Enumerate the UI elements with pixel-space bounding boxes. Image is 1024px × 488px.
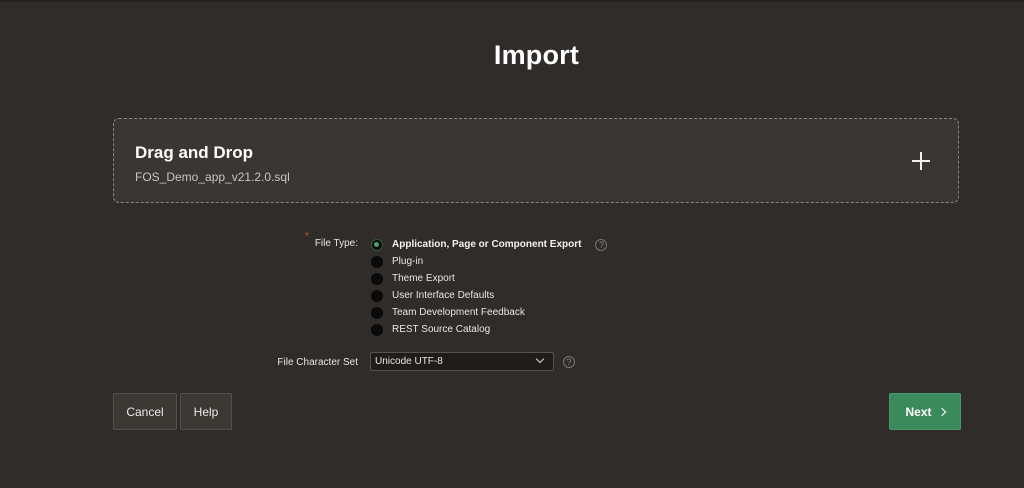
radio-selected-icon[interactable] — [371, 238, 383, 251]
radio-rest-source-catalog[interactable]: REST Source Catalog — [371, 321, 607, 338]
radio-label: Theme Export — [392, 273, 455, 284]
radio-application-export[interactable]: Application, Page or Component Export ? — [371, 236, 608, 253]
radio-team-development-feedback[interactable]: Team Development Feedback — [371, 304, 607, 321]
file-character-set-select[interactable]: Unicode UTF-8 — [370, 352, 554, 371]
file-dropzone[interactable]: Drag and Drop FOS_Demo_app_v21.2.0.sql — [113, 118, 959, 203]
radio-icon[interactable] — [371, 255, 383, 268]
radio-icon[interactable] — [371, 289, 383, 302]
help-icon[interactable]: ? — [595, 238, 608, 251]
radio-theme-export[interactable]: Theme Export — [371, 270, 607, 287]
help-button[interactable]: Help — [180, 393, 232, 430]
top-divider — [0, 0, 1024, 2]
file-type-radio-group: Application, Page or Component Export ? … — [371, 236, 608, 338]
file-character-set-label: File Character Set — [277, 357, 358, 368]
file-type-label: File Type: — [314, 238, 358, 249]
radio-label: Plug-in — [392, 256, 424, 267]
select-value: Unicode UTF-8 — [375, 356, 443, 367]
chevron-down-icon — [535, 354, 545, 364]
next-button[interactable]: Next — [889, 393, 961, 430]
radio-label: Team Development Feedback — [392, 307, 525, 318]
dropzone-title: Drag and Drop — [135, 143, 254, 162]
radio-icon[interactable] — [371, 306, 383, 319]
radio-icon[interactable] — [371, 323, 383, 336]
radio-label: User Interface Defaults — [392, 290, 495, 301]
radio-label: REST Source Catalog — [392, 324, 491, 335]
cancel-button[interactable]: Cancel — [113, 393, 177, 430]
radio-plug-in[interactable]: Plug-in — [371, 253, 607, 270]
radio-label: Application, Page or Component Export — [392, 239, 582, 250]
radio-user-interface-defaults[interactable]: User Interface Defaults — [371, 287, 607, 304]
dropzone-file-name: FOS_Demo_app_v21.2.0.sql — [135, 170, 290, 184]
radio-icon[interactable] — [371, 272, 383, 285]
help-icon[interactable]: ? — [563, 356, 575, 368]
next-button-label: Next — [905, 404, 932, 419]
chevron-right-icon — [937, 407, 946, 416]
plus-icon[interactable] — [912, 152, 930, 170]
page-title: Import — [493, 40, 580, 70]
